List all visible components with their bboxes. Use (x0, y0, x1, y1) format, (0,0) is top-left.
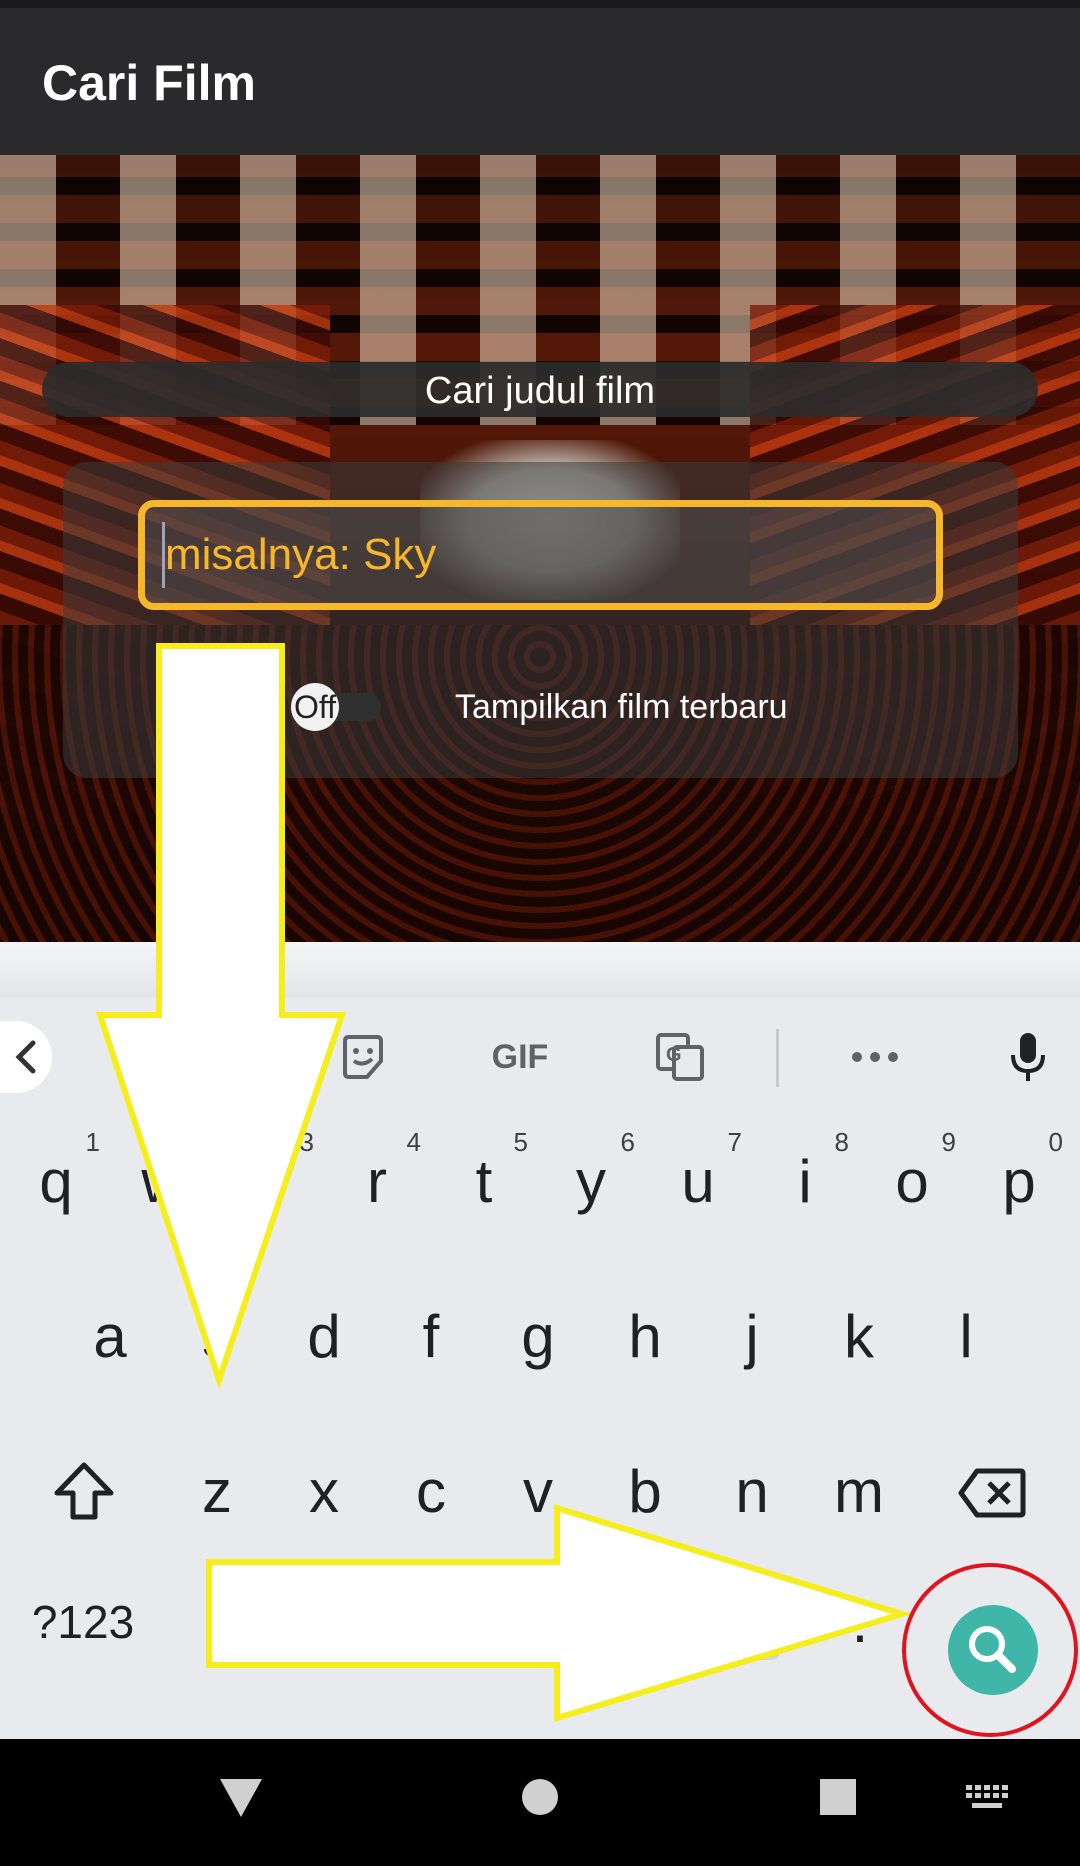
translate-button[interactable]: G (640, 1017, 720, 1097)
key-n[interactable]: n (702, 1427, 802, 1557)
key-u[interactable]: u7 (648, 1117, 748, 1247)
search-input[interactable] (138, 500, 943, 610)
period-key[interactable]: . (810, 1557, 910, 1687)
more-options-button[interactable] (835, 1017, 915, 1097)
app-title: Cari Film (42, 55, 256, 111)
key-r[interactable]: r4 (327, 1117, 427, 1247)
key-g[interactable]: g (488, 1272, 588, 1402)
key-p[interactable]: p0 (969, 1117, 1069, 1247)
more-horizontal-icon (852, 1052, 898, 1062)
microphone-icon (1011, 1033, 1045, 1081)
voice-input-button[interactable] (990, 1017, 1066, 1097)
text-cursor (162, 522, 165, 588)
chevron-left-icon (15, 1040, 36, 1074)
keyboard-switch-icon[interactable] (966, 1785, 1008, 1811)
translate-icon: G (656, 1033, 704, 1081)
symbols-key[interactable]: ?123 (18, 1557, 148, 1687)
soft-keyboard: GIF G q1 w2 e3 r4 t5 y6 u7 i8 o9 p0 a s … (0, 942, 1080, 1739)
home-circle-icon[interactable] (520, 1777, 560, 1817)
backspace-key[interactable] (942, 1427, 1042, 1557)
key-x[interactable]: x (274, 1427, 374, 1557)
key-k[interactable]: k (809, 1272, 909, 1402)
key-i[interactable]: i8 (755, 1117, 855, 1247)
svg-text:G: G (666, 1044, 682, 1066)
key-o[interactable]: o9 (862, 1117, 962, 1247)
system-navigation-bar (0, 1739, 1080, 1866)
emoji-icon (301, 1599, 347, 1645)
keyboard-toolbar: GIF G (0, 997, 1080, 1117)
back-triangle-icon[interactable] (218, 1777, 264, 1819)
shift-icon (54, 1462, 114, 1520)
space-bar[interactable] (405, 1582, 780, 1660)
key-t[interactable]: t5 (434, 1117, 534, 1247)
key-w[interactable]: w2 (113, 1117, 213, 1247)
key-z[interactable]: z (167, 1427, 267, 1557)
key-y[interactable]: y6 (541, 1117, 641, 1247)
latest-films-label: Tampilkan film terbaru (455, 688, 788, 726)
recents-square-icon[interactable] (818, 1777, 858, 1817)
latest-films-toggle[interactable]: Off (291, 683, 381, 731)
toolbar-back-button[interactable] (0, 1021, 52, 1093)
toggle-knob: Off (291, 683, 339, 731)
key-q[interactable]: q1 (6, 1117, 106, 1247)
keyboard-search-button[interactable] (948, 1605, 1038, 1695)
comma-key[interactable]: , (167, 1557, 267, 1687)
sticker-icon (343, 1035, 383, 1079)
gif-button[interactable]: GIF (480, 1017, 560, 1097)
key-d[interactable]: d (274, 1272, 374, 1402)
key-f[interactable]: f (381, 1272, 481, 1402)
emoji-key[interactable] (274, 1557, 374, 1687)
key-b[interactable]: b (595, 1427, 695, 1557)
sticker-button[interactable] (325, 1017, 401, 1097)
shift-key[interactable] (34, 1427, 134, 1557)
key-l[interactable]: l (916, 1272, 1016, 1402)
key-c[interactable]: c (381, 1427, 481, 1557)
search-icon (969, 1626, 1016, 1673)
search-label: Cari judul film (424, 370, 656, 412)
key-a[interactable]: a (60, 1272, 160, 1402)
app-bar: Cari Film (0, 8, 1080, 155)
key-s[interactable]: s (167, 1272, 267, 1402)
key-m[interactable]: m (809, 1427, 909, 1557)
search-label-pill: Cari judul film (42, 362, 1038, 417)
search-card: Off Tampilkan film terbaru (63, 462, 1018, 778)
backspace-icon (958, 1468, 1026, 1518)
status-bar (0, 0, 1080, 8)
key-j[interactable]: j (702, 1272, 802, 1402)
key-h[interactable]: h (595, 1272, 695, 1402)
key-e[interactable]: e3 (220, 1117, 320, 1247)
key-v[interactable]: v (488, 1427, 588, 1557)
